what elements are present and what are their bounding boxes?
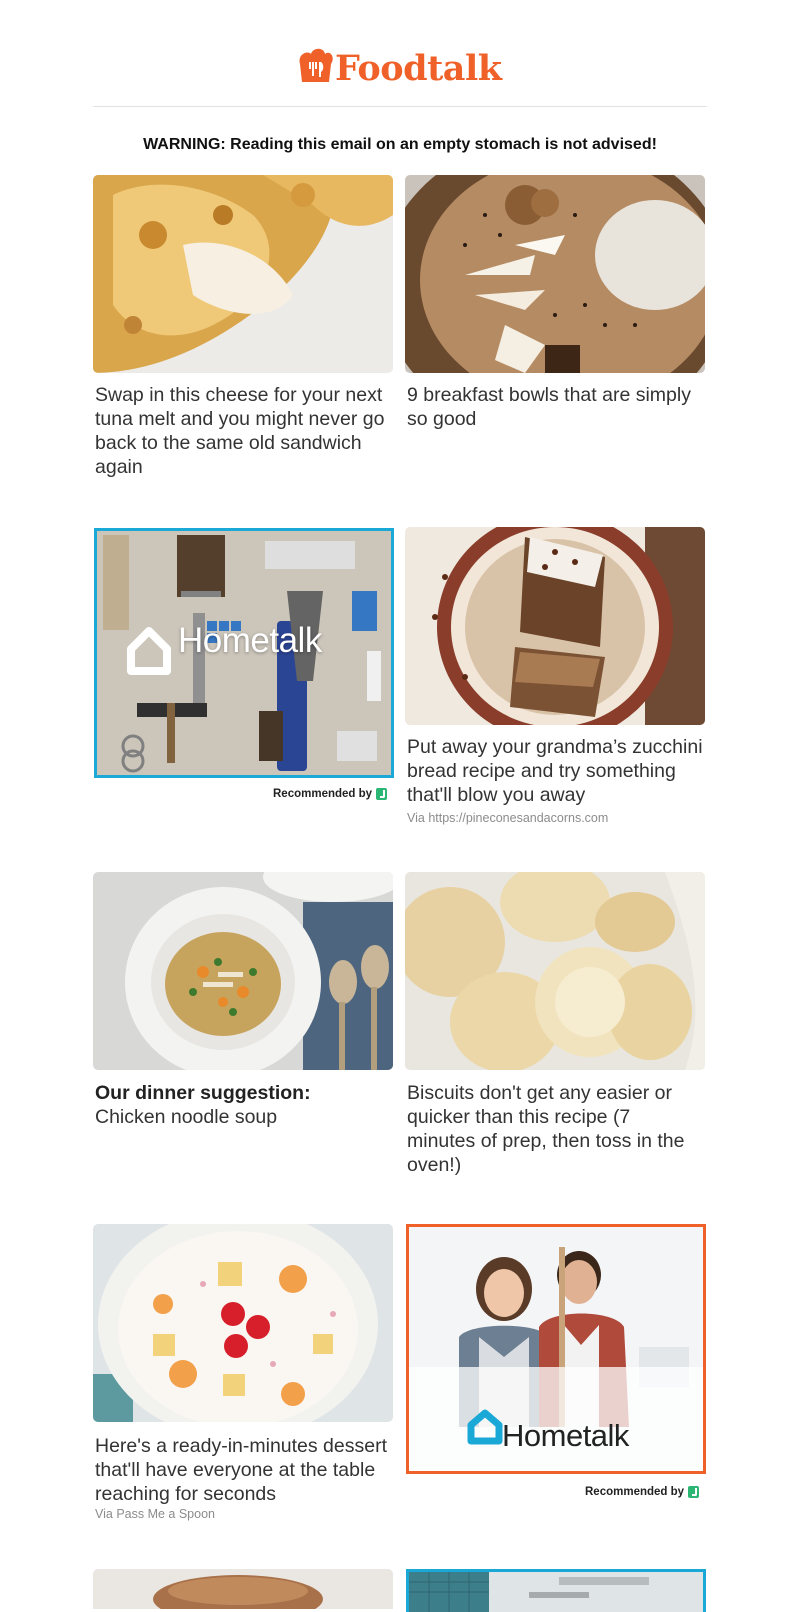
card-title-biscuits[interactable]: Biscuits don't get any easier or quicker… (407, 1081, 703, 1177)
card-title-zucchini[interactable]: Put away your grandma’s zucchini bread r… (407, 735, 703, 807)
ad-logo-text: Hometalk (502, 1418, 629, 1453)
dinner-suggestion-dish: Chicken noodle soup (95, 1106, 278, 1128)
card-title-breakfast[interactable]: 9 breakfast bowls that are simply so goo… (407, 383, 703, 431)
cheese-melt-photo[interactable] (93, 175, 393, 373)
foodtalk-logo[interactable]: Foodtalk (296, 46, 502, 86)
recommended-by: Recommended by (273, 788, 388, 800)
cookies-photo[interactable] (93, 1569, 393, 1609)
via-source[interactable]: Via https://pineconesandacorns.com (407, 811, 608, 825)
chicken-soup-photo[interactable] (93, 872, 393, 1070)
zucchini-bread-photo[interactable] (405, 527, 705, 725)
recommender-logo-icon (376, 788, 388, 800)
email-body: Foodtalk WARNING: Reading this email on … (0, 0, 800, 1612)
recommended-by: Recommended by (585, 1486, 700, 1498)
via-source[interactable]: Via Pass Me a Spoon (95, 1507, 215, 1521)
warning-text: WARNING: Reading this email on an empty … (143, 136, 657, 153)
hometalk-ad-workshop[interactable] (406, 1569, 706, 1612)
fruit-salad-photo[interactable] (93, 1224, 393, 1422)
recommender-logo-icon (688, 1486, 700, 1498)
chef-hat-icon (296, 46, 334, 86)
dinner-suggestion-label: Our dinner suggestion: (95, 1082, 311, 1104)
card-title-soup[interactable]: Our dinner suggestion: Chicken noodle so… (95, 1081, 391, 1129)
card-title-cheese[interactable]: Swap in this cheese for your next tuna m… (95, 383, 391, 479)
card-title-dessert[interactable]: Here's a ready-in-minutes dessert that'l… (95, 1434, 391, 1506)
header-divider (93, 106, 707, 107)
biscuits-photo[interactable] (405, 872, 705, 1070)
ad-logo-text: Hometalk (178, 621, 322, 660)
breakfast-bowl-photo[interactable] (405, 175, 705, 373)
brand-name: Foodtalk (335, 48, 502, 89)
